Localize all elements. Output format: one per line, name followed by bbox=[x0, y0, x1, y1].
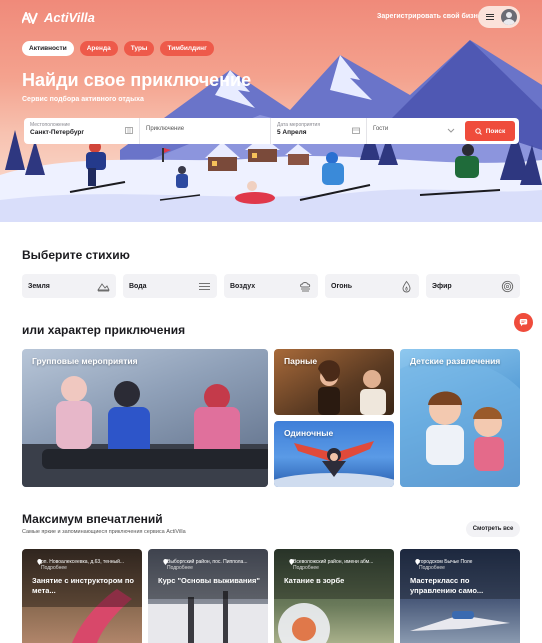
impression-location: городском Бычье Поле Подробнее bbox=[412, 559, 510, 571]
impression-title: Курс "Основы выживания" bbox=[158, 576, 260, 585]
element-label: Земля bbox=[28, 282, 50, 290]
impression-title: Мастеркласс по управлению само... bbox=[410, 576, 484, 595]
card-title: Одиночные bbox=[284, 428, 334, 438]
impression-card[interactable]: Выборгский район, пос. Пиппола... Подробн… bbox=[148, 549, 268, 643]
group-photo bbox=[22, 376, 268, 487]
search-button[interactable]: Поиск bbox=[465, 121, 515, 141]
card-group-events[interactable]: Групповые мероприятия bbox=[22, 349, 268, 487]
page-subtitle: Сервис подбора активного отдыха bbox=[22, 96, 144, 103]
card-kids[interactable]: Детские развлечения bbox=[400, 349, 520, 487]
location-value: Санкт-Петербург bbox=[30, 129, 85, 136]
see-all-button[interactable]: Смотреть все bbox=[466, 521, 520, 537]
impressions-title: Максимум впечатлений bbox=[22, 512, 163, 526]
element-label: Воздух bbox=[230, 282, 256, 290]
more-link[interactable]: Подробнее bbox=[293, 565, 319, 571]
chevron-down-icon bbox=[447, 128, 455, 133]
impression-title: Катание в зорбе bbox=[284, 576, 345, 585]
location-pin-icon bbox=[37, 559, 42, 565]
register-business-link[interactable]: Зарегистрировать свой бизнес bbox=[377, 13, 486, 20]
impression-title: Занятие с инструктором по мета... bbox=[32, 576, 134, 595]
calendar-icon bbox=[352, 127, 360, 134]
element-fire[interactable]: Огонь bbox=[325, 274, 419, 298]
element-ether[interactable]: Эфир bbox=[426, 274, 520, 298]
more-link[interactable]: Подробнее bbox=[41, 565, 67, 571]
location-field[interactable]: Местоположение Санкт-Петербург bbox=[24, 118, 140, 144]
avatar bbox=[501, 9, 517, 25]
brand-logo[interactable]: ActiVilla bbox=[22, 10, 95, 25]
logo-mark-icon bbox=[22, 11, 38, 24]
guests-field[interactable]: Гости bbox=[367, 118, 461, 144]
category-tabs: Активности Аренда Туры Тимбилдинг bbox=[22, 41, 214, 56]
hero-banner: ActiVilla Зарегистрировать свой бизнес А… bbox=[0, 0, 542, 222]
character-title: или характер приключения bbox=[22, 323, 186, 337]
impression-location: рп. Новоалексеевка, д.63, тенный... Подро… bbox=[34, 559, 132, 571]
fire-icon bbox=[402, 280, 411, 292]
search-bar: Местоположение Санкт-Петербург Приключен… bbox=[24, 118, 519, 144]
location-pin-icon bbox=[415, 559, 420, 565]
element-water[interactable]: Вода bbox=[123, 274, 217, 298]
tab-activities[interactable]: Активности bbox=[22, 41, 74, 56]
brand-name: ActiVilla bbox=[44, 10, 95, 25]
element-label: Огонь bbox=[331, 282, 353, 290]
top-navigation: ActiVilla Зарегистрировать свой бизнес bbox=[0, 0, 542, 36]
chat-icon bbox=[519, 319, 528, 327]
impressions-subtitle: Самые яркие и запоминающиеся приключения… bbox=[22, 529, 186, 535]
page-title: Найди свое приключение bbox=[22, 70, 252, 90]
element-label: Эфир bbox=[432, 282, 452, 290]
impression-location: Выборгский район, пос. Пиппола... Подробн… bbox=[160, 559, 258, 571]
search-button-label: Поиск bbox=[485, 127, 506, 135]
card-title: Парные bbox=[284, 356, 318, 366]
date-label: Дата мероприятия bbox=[277, 122, 321, 128]
tab-teambuilding[interactable]: Тимбилдинг bbox=[160, 41, 214, 56]
date-value: 5 Апреля bbox=[277, 129, 307, 136]
air-icon bbox=[300, 281, 311, 291]
adventure-field[interactable]: Приключение bbox=[140, 118, 271, 144]
location-pin-icon bbox=[163, 559, 168, 565]
impression-location: Всеволожский район, имени абм... Подробне… bbox=[286, 559, 384, 571]
card-solo[interactable]: Одиночные bbox=[274, 421, 394, 487]
impression-card[interactable]: Всеволожский район, имени абм... Подробне… bbox=[274, 549, 394, 643]
more-link[interactable]: Подробнее bbox=[167, 565, 193, 571]
guests-placeholder: Гости bbox=[373, 126, 389, 132]
search-icon bbox=[475, 127, 482, 135]
impression-card[interactable]: рп. Новоалексеевка, д.63, тенный... Подро… bbox=[22, 549, 142, 643]
elements-title: Выберите стихию bbox=[22, 248, 130, 262]
element-air[interactable]: Воздух bbox=[224, 274, 318, 298]
user-menu-button[interactable] bbox=[478, 6, 520, 28]
element-label: Вода bbox=[129, 282, 147, 290]
card-couples[interactable]: Парные bbox=[274, 349, 394, 415]
kids-photo bbox=[400, 358, 520, 487]
tab-rent[interactable]: Аренда bbox=[79, 41, 118, 56]
elements-list: Земля Вода Воздух Огонь Эфир bbox=[22, 274, 520, 298]
adventure-placeholder: Приключение bbox=[146, 126, 185, 132]
date-field[interactable]: Дата мероприятия 5 Апреля bbox=[271, 118, 367, 144]
card-title: Детские развлечения bbox=[410, 356, 501, 366]
location-pin-icon bbox=[289, 559, 294, 565]
earth-icon bbox=[97, 282, 110, 291]
water-icon bbox=[199, 282, 210, 290]
chat-button[interactable] bbox=[514, 313, 533, 332]
card-title: Групповые мероприятия bbox=[32, 356, 138, 366]
map-icon bbox=[125, 127, 133, 134]
hamburger-icon bbox=[486, 14, 494, 20]
ether-icon bbox=[501, 280, 514, 292]
more-link[interactable]: Подробнее bbox=[419, 565, 445, 571]
element-earth[interactable]: Земля bbox=[22, 274, 116, 298]
location-label: Местоположение bbox=[30, 122, 71, 128]
impression-card[interactable]: городском Бычье Поле Подробнее Мастерклас… bbox=[400, 549, 520, 643]
tab-tours[interactable]: Туры bbox=[123, 41, 155, 56]
